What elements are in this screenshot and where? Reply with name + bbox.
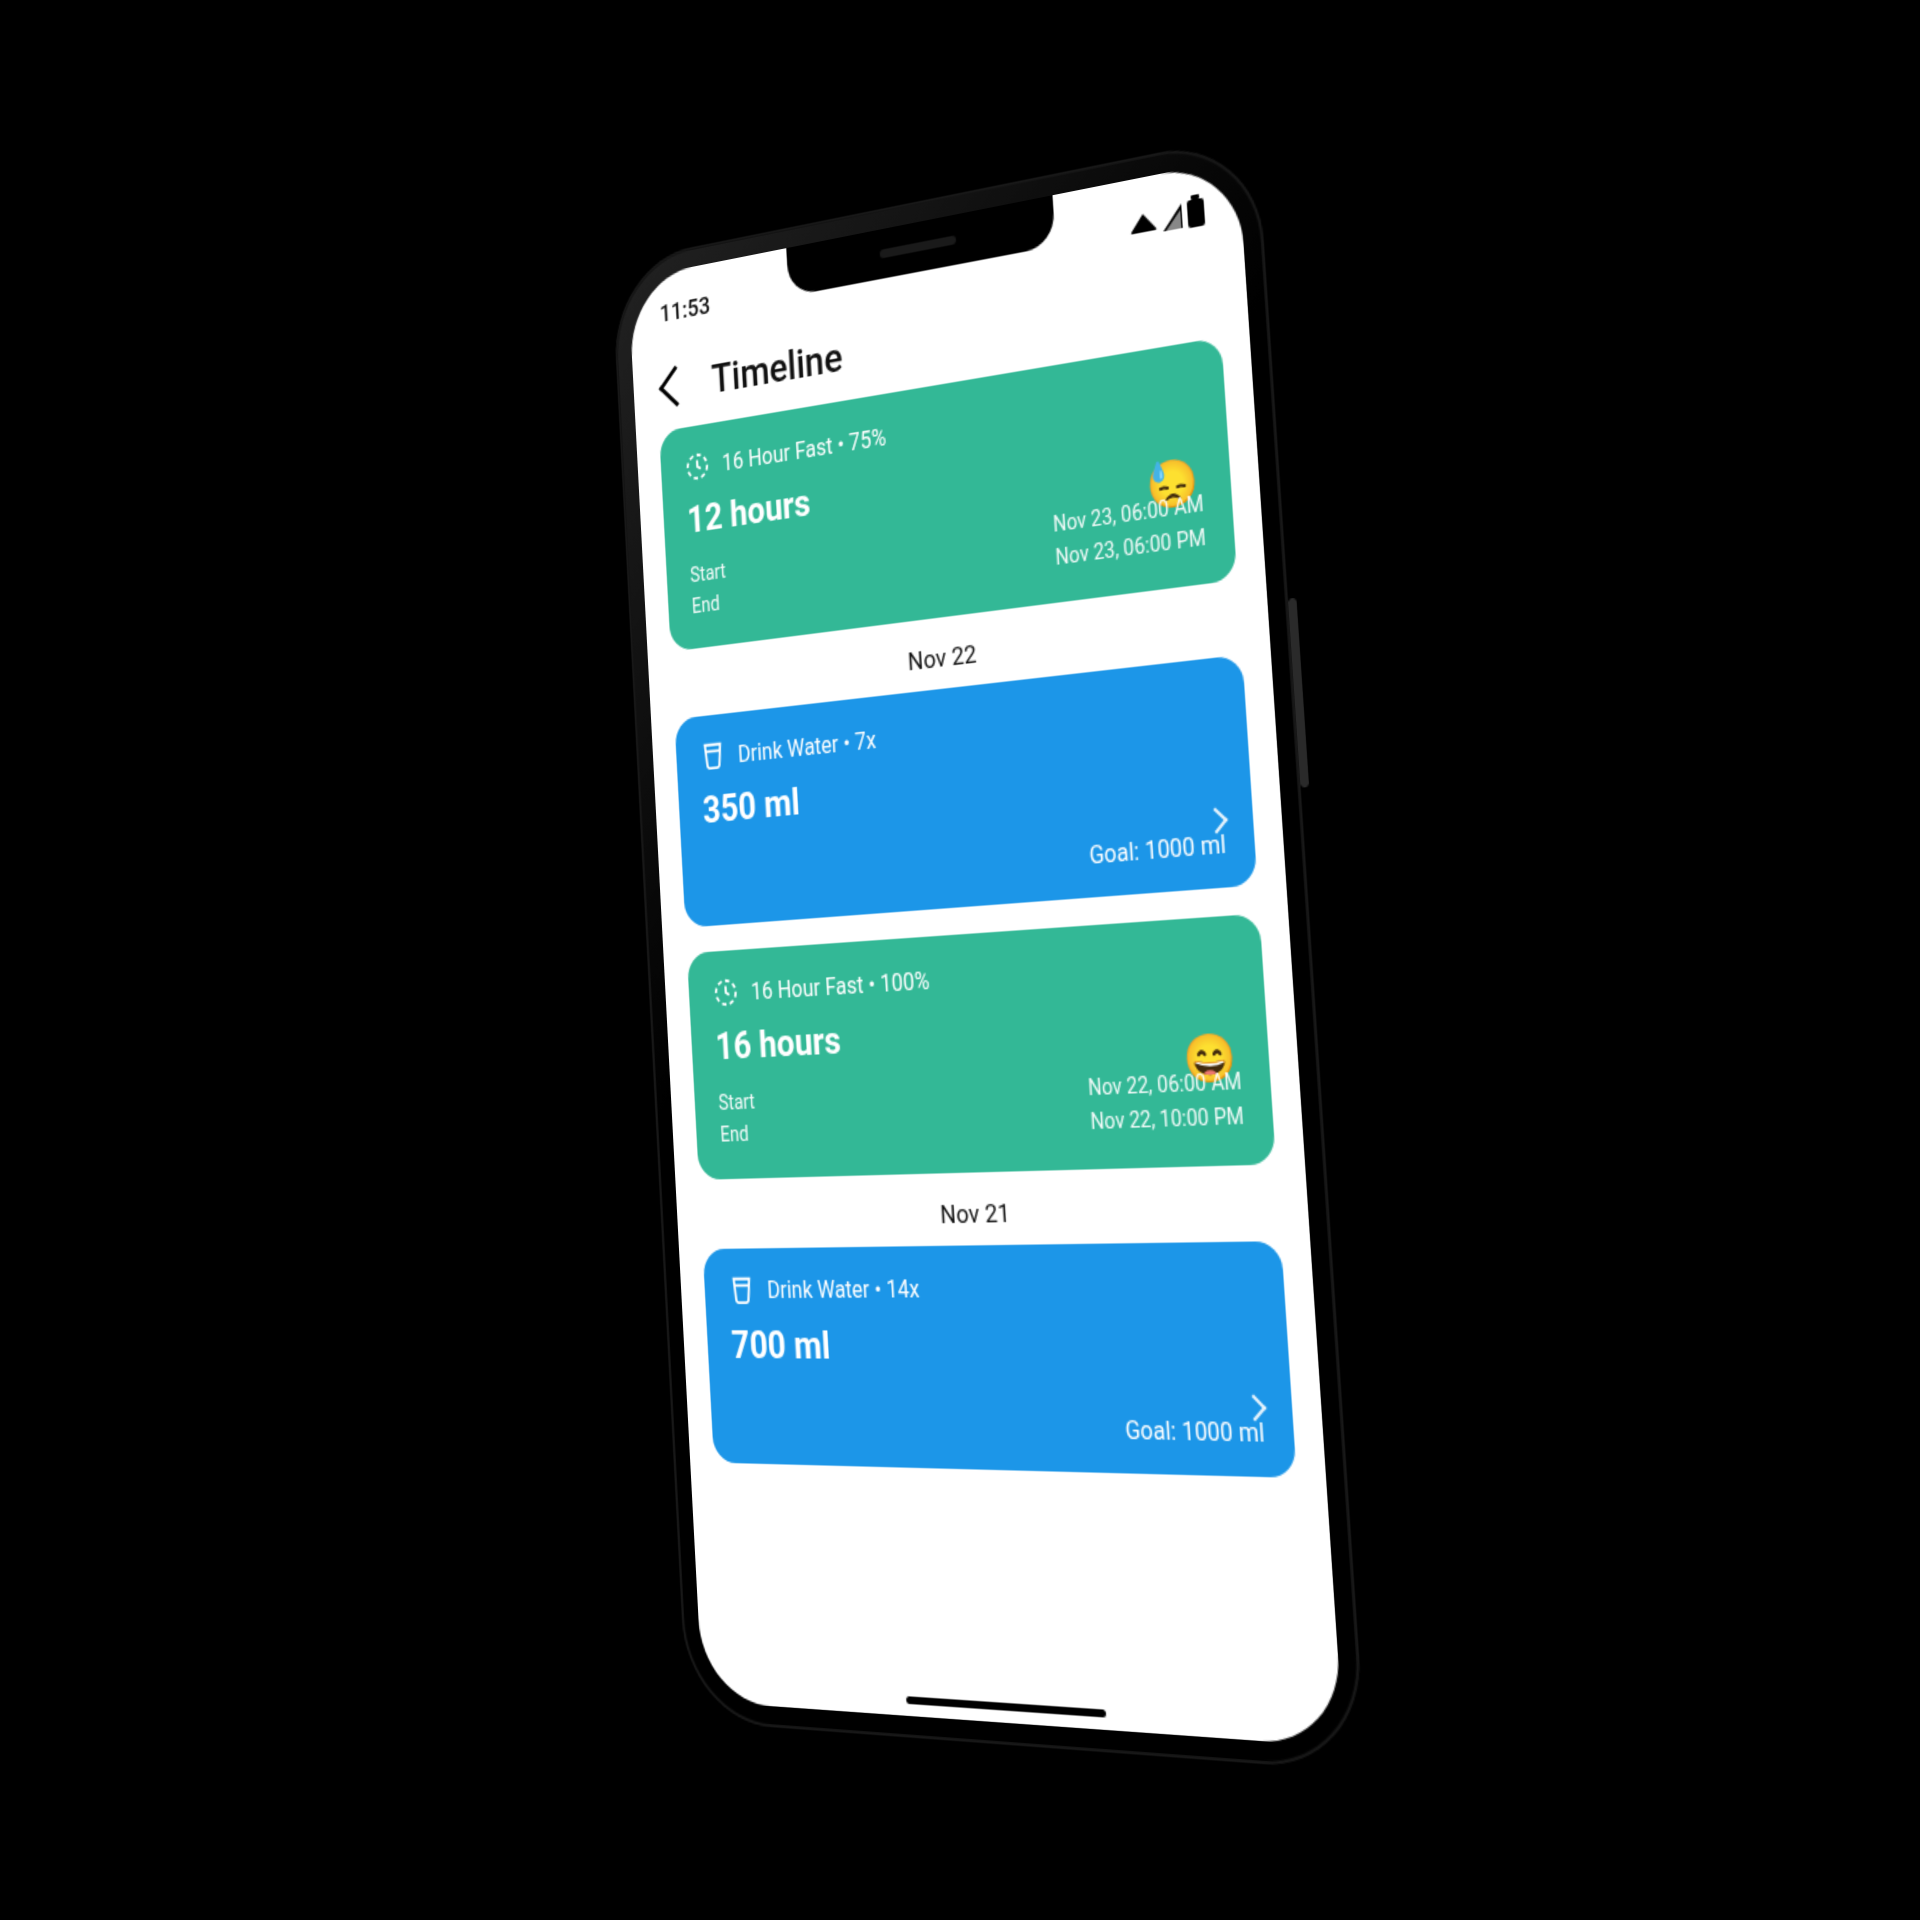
start-value: Nov 22, 06:00 AM bbox=[1087, 1067, 1243, 1107]
end-value: Nov 22, 10:00 PM bbox=[1089, 1102, 1245, 1141]
wifi-icon bbox=[1129, 211, 1158, 234]
card-value: 700 ml bbox=[731, 1324, 1261, 1372]
chevron-right-icon bbox=[1204, 808, 1228, 835]
card-title: 16 Hour Fast • 100% bbox=[750, 966, 930, 1005]
start-value: Nov 23, 06:00 AM bbox=[1052, 489, 1205, 543]
card-title: Drink Water • 7x bbox=[737, 726, 877, 768]
side-button bbox=[1288, 598, 1310, 788]
mood-emoji: 😄 bbox=[1182, 1030, 1239, 1087]
card-title: 16 Hour Fast • 75% bbox=[721, 422, 887, 476]
timer-icon bbox=[712, 976, 740, 1009]
card-title: Drink Water • 14x bbox=[767, 1275, 921, 1304]
cellular-icon bbox=[1162, 204, 1183, 232]
date-separator: Nov 21 bbox=[700, 1193, 1280, 1235]
fast-card[interactable]: 16 Hour Fast • 100% 16 hours 😄 Start End… bbox=[687, 914, 1276, 1179]
end-value: Nov 23, 06:00 PM bbox=[1054, 523, 1207, 576]
chevron-right-icon bbox=[1242, 1394, 1267, 1421]
water-card[interactable]: Drink Water • 14x 700 ml Goal: 1000 ml bbox=[703, 1241, 1297, 1478]
card-value: 16 hours bbox=[715, 998, 1240, 1070]
cup-icon bbox=[728, 1274, 756, 1306]
back-icon[interactable] bbox=[659, 365, 693, 406]
end-label: End bbox=[691, 588, 728, 623]
start-label: Start bbox=[718, 1089, 756, 1122]
timer-icon bbox=[684, 449, 711, 484]
phone-frame: 11:53 Timeline bbox=[611, 133, 1367, 1772]
screen: 11:53 Timeline bbox=[628, 158, 1344, 1747]
goal-text: Goal: 1000 ml bbox=[735, 1409, 1266, 1448]
status-time: 11:53 bbox=[659, 292, 711, 329]
battery-icon bbox=[1187, 198, 1206, 229]
mood-emoji: 😓 bbox=[1146, 453, 1202, 514]
cup-icon bbox=[699, 740, 727, 774]
home-indicator[interactable] bbox=[906, 1696, 1106, 1717]
water-card[interactable]: Drink Water • 7x 350 ml Goal: 1000 ml bbox=[674, 655, 1257, 928]
page-title: Timeline bbox=[710, 333, 843, 403]
end-label: End bbox=[720, 1120, 758, 1153]
timeline-list[interactable]: 16 Hour Fast • 75% 12 hours 😓 Start End … bbox=[636, 332, 1332, 1573]
start-label: Start bbox=[690, 558, 727, 594]
